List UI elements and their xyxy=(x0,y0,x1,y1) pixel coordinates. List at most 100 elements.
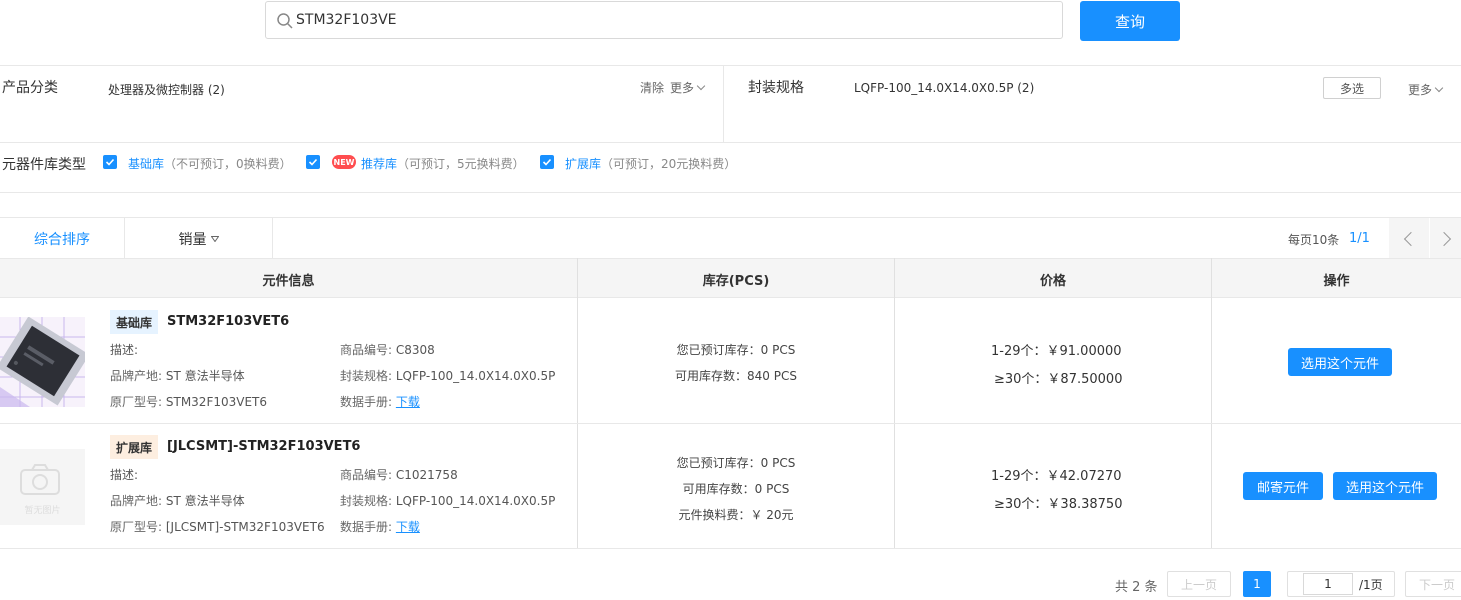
next-page-button[interactable]: 下一页 xyxy=(1405,571,1461,597)
package-filter-label: 封装规格 xyxy=(748,80,804,96)
library-desc: （可预订，20元换料费） xyxy=(601,157,737,171)
mfr-part: 原厂型号: [JLCSMT]-STM32F103VET6 xyxy=(110,518,325,535)
sort-tab-default[interactable]: 综合排序 xyxy=(0,218,124,259)
search-icon xyxy=(277,13,293,29)
divider xyxy=(0,65,1461,66)
library-name: 基础库 xyxy=(128,157,165,171)
divider xyxy=(272,218,273,259)
mfr-part: 原厂型号: STM32F103VET6 xyxy=(110,393,267,410)
part-title[interactable]: STM32F103VET6 xyxy=(167,314,289,329)
library-type-label: 元器件库类型 xyxy=(2,157,86,173)
package-option[interactable]: LQFP-100_14.0X14.0X0.5P (2) xyxy=(854,81,1034,95)
sort-tab-sales[interactable]: 销量 xyxy=(125,218,272,259)
desc-label: 描述: xyxy=(110,343,139,357)
package-spec: 封装规格: LQFP-100_14.0X14.0X0.5P xyxy=(340,492,555,509)
library-desc: （不可预订，0换料费） xyxy=(164,157,292,171)
mail-part-button[interactable]: 邮寄元件 xyxy=(1243,472,1323,500)
mfr-label: 原厂型号: xyxy=(110,520,163,534)
select-part-button[interactable]: 选用这个元件 xyxy=(1333,472,1437,500)
brand: 品牌产地: ST 意法半导体 xyxy=(110,367,245,384)
package-value: LQFP-100_14.0X14.0X0.5P xyxy=(395,369,556,383)
prev-page-button[interactable]: 上一页 xyxy=(1167,571,1231,597)
check-icon xyxy=(542,158,552,166)
package-value: LQFP-100_14.0X14.0X0.5P xyxy=(395,494,556,508)
select-part-button[interactable]: 选用这个元件 xyxy=(1288,348,1392,376)
category-filter-label: 产品分类 xyxy=(2,80,58,96)
package-label: 封装规格: xyxy=(340,369,393,383)
extended-library-option[interactable]: 扩展库（可预订，20元换料费） xyxy=(565,155,736,172)
library-name: 扩展库 xyxy=(565,157,602,171)
code-value: C8308 xyxy=(395,343,435,357)
product-image[interactable] xyxy=(0,317,85,407)
part-title[interactable]: [JLCSMT]-STM32F103VET6 xyxy=(167,439,360,454)
category-more-label: 更多 xyxy=(670,81,695,95)
brand-label: 品牌产地: xyxy=(110,494,163,508)
available-stock: 可用库存数：840 PCS xyxy=(675,369,797,383)
current-page-button[interactable]: 1 xyxy=(1243,571,1271,597)
sort-down-icon xyxy=(210,235,219,242)
page-jump: /1页 xyxy=(1287,571,1395,597)
library-name: 推荐库 xyxy=(361,157,398,171)
product-code: 商品编号: C1021758 xyxy=(340,466,458,483)
datasheet-download-link[interactable]: 下载 xyxy=(396,520,420,534)
chevron-left-icon xyxy=(1403,231,1419,246)
check-icon xyxy=(308,158,318,166)
category-option[interactable]: 处理器及微控制器 (2) xyxy=(108,81,225,98)
category-more-button[interactable]: 更多 xyxy=(670,79,706,96)
available-stock: 可用库存数：0 PCS xyxy=(682,482,790,496)
brand-value: ST 意法半导体 xyxy=(165,369,245,383)
package-label: 封装规格: xyxy=(340,494,393,508)
sort-tab-sales-label: 销量 xyxy=(178,231,207,248)
no-image-placeholder: 暂无图片 xyxy=(0,449,85,525)
code-label: 商品编号: xyxy=(340,468,393,482)
next-page-button[interactable] xyxy=(1430,218,1461,259)
recommended-library-checkbox[interactable] xyxy=(306,155,320,169)
search-input-value: STM32F103VE xyxy=(296,12,397,28)
sort-bar: 综合排序 销量 每页10条 1/1 xyxy=(0,217,1461,259)
category-clear-button[interactable]: 清除 xyxy=(640,79,664,96)
datasheet-label: 数据手册: xyxy=(340,395,393,409)
library-tag: 基础库 xyxy=(110,310,159,334)
brand-label: 品牌产地: xyxy=(110,369,163,383)
camera-icon xyxy=(20,464,60,495)
datasheet-label: 数据手册: xyxy=(340,520,393,534)
recommended-library-option[interactable]: 推荐库（可预订，5元换料费） xyxy=(361,155,525,172)
basic-library-checkbox[interactable] xyxy=(103,155,117,169)
check-icon xyxy=(105,158,115,166)
total-count: 共 2 条 xyxy=(1115,580,1158,595)
search-input[interactable]: STM32F103VE xyxy=(265,1,1063,39)
price-tier: 1-29个：￥42.07270 xyxy=(991,469,1122,484)
header-price: 价格 xyxy=(1039,273,1066,289)
search-button[interactable]: 查询 xyxy=(1080,1,1180,41)
per-page-label: 每页10条 xyxy=(1288,233,1340,247)
package-multi-select-button[interactable]: 多选 xyxy=(1323,77,1381,99)
page-jump-input[interactable] xyxy=(1303,573,1353,595)
package-more-label: 更多 xyxy=(1408,83,1433,97)
datasheet-download-link[interactable]: 下载 xyxy=(396,395,420,409)
brand-value: ST 意法半导体 xyxy=(165,494,245,508)
desc-label: 描述: xyxy=(110,468,139,482)
brand: 品牌产地: ST 意法半导体 xyxy=(110,492,245,509)
header-action: 操作 xyxy=(1323,273,1350,289)
library-desc: （可预订，5元换料费） xyxy=(397,157,525,171)
package-more-button[interactable]: 更多 xyxy=(1408,81,1444,98)
prev-page-button[interactable] xyxy=(1389,218,1429,259)
table-row: 暂无图片 扩展库 [JLCSMT]-STM32F103VET6 描述: 商品编号… xyxy=(0,424,1461,548)
chevron-down-icon xyxy=(696,81,706,91)
header-info: 元件信息 xyxy=(262,273,315,289)
chevron-down-icon xyxy=(1434,83,1444,93)
no-image-label: 暂无图片 xyxy=(24,506,61,516)
price-tier: ≥30个：￥87.50000 xyxy=(994,372,1123,387)
mfr-value: [JLCSMT]-STM32F103VET6 xyxy=(165,520,325,534)
table-header: 元件信息 库存(PCS) 价格 操作 xyxy=(0,258,1461,298)
mfr-value: STM32F103VET6 xyxy=(165,395,268,409)
extended-library-checkbox[interactable] xyxy=(540,155,554,169)
total-pages-label: /1页 xyxy=(1359,577,1383,592)
header-stock: 库存(PCS) xyxy=(702,273,770,289)
price-tier: ≥30个：￥38.38750 xyxy=(994,497,1123,512)
datasheet: 数据手册: 下载 xyxy=(340,393,420,410)
divider xyxy=(723,66,724,142)
basic-library-option[interactable]: 基础库（不可预订，0换料费） xyxy=(128,155,292,172)
reserved-stock: 您已预订库存：0 PCS xyxy=(676,343,796,357)
reel-fee: 元件换料费：￥ 20元 xyxy=(678,508,794,522)
